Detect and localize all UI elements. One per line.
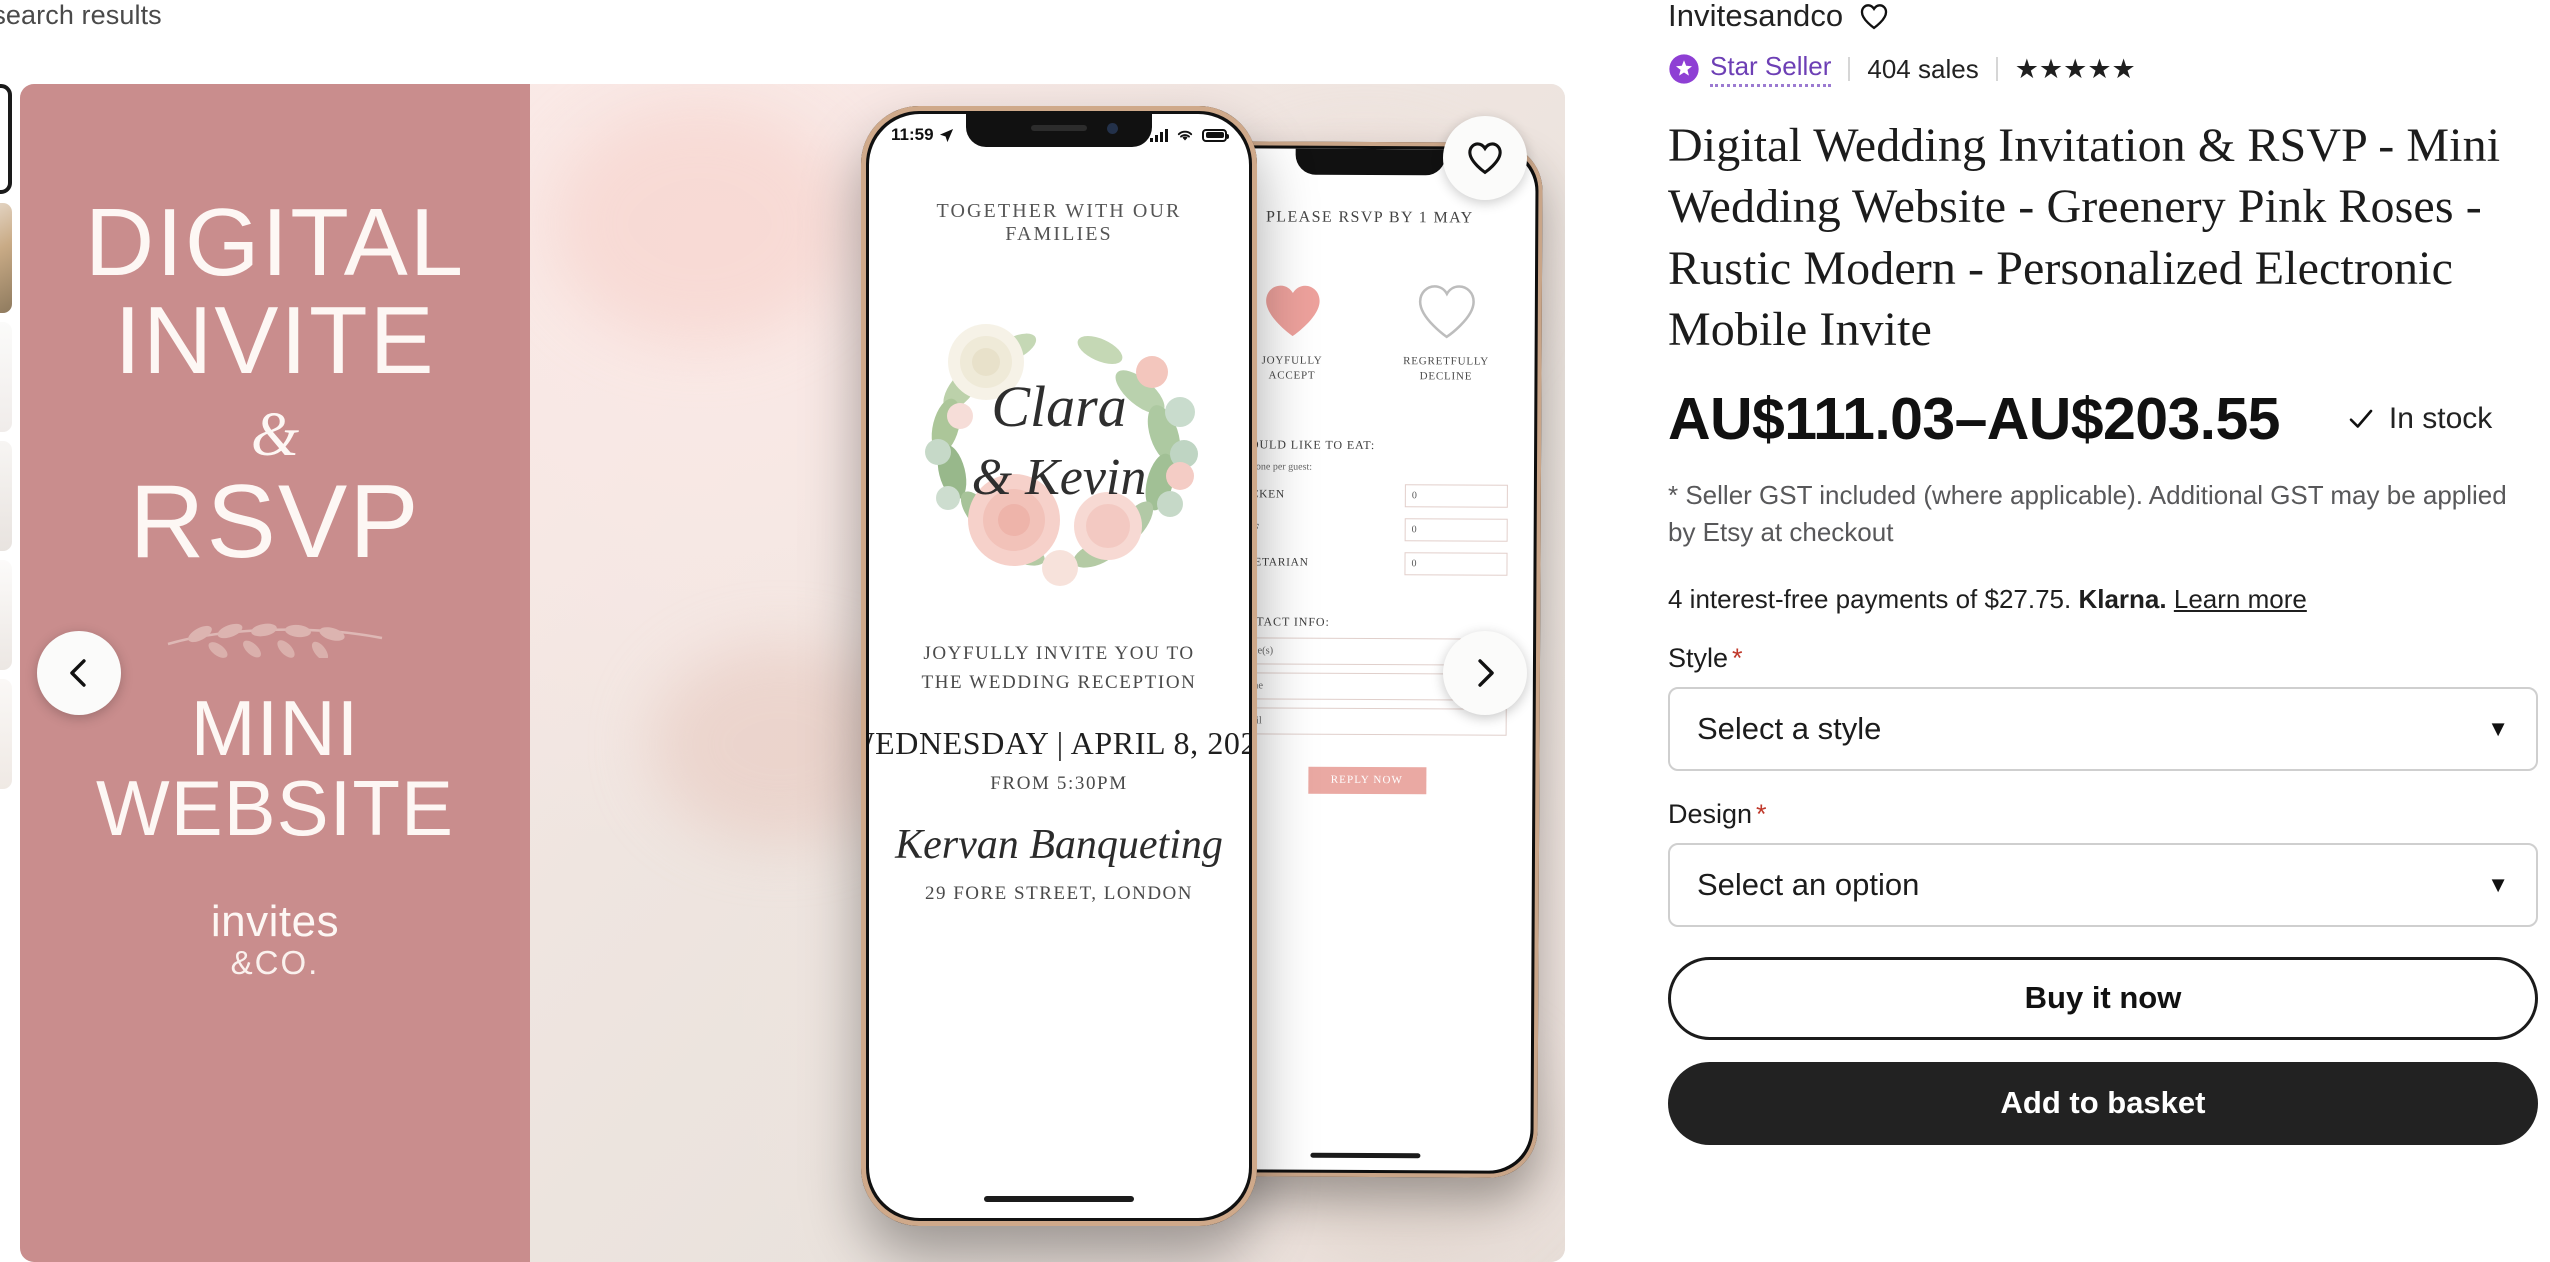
promo-line-1: DIGITAL: [84, 189, 466, 296]
design-select-value: Select an option: [1697, 866, 1920, 902]
product-image-gallery[interactable]: DIGITAL INVITE & RSVP MINI WEBSITE invit…: [20, 84, 1565, 1262]
brand-logo-bottom: &CO.: [230, 944, 320, 982]
heart-outline-icon: [1468, 142, 1502, 175]
gst-note: * Seller GST included (where applicable)…: [1668, 479, 2507, 547]
style-select[interactable]: Select a style ▼: [1668, 686, 2538, 771]
check-icon: [2349, 409, 2373, 428]
promo-line-4: MINI: [190, 683, 360, 772]
favorite-listing-button[interactable]: [1443, 116, 1527, 200]
required-asterisk: *: [1756, 798, 1767, 829]
favorite-shop-icon[interactable]: [1859, 3, 1889, 30]
chevron-down-icon: ▼: [2487, 715, 2509, 741]
product-price: AU$111.03–AU$203.55: [1668, 385, 2280, 452]
style-select-value: Select a style: [1697, 710, 1882, 746]
klarna-brand: Klarna.: [2078, 583, 2167, 614]
etsy-listing-page: to search results DIGITAL INVITE & RSVP: [0, 0, 2550, 1262]
decor-blob-1: [550, 104, 850, 344]
brand-logo-top: invites: [210, 897, 340, 947]
seller-rating-row: Star Seller 404 sales ★★★★★: [1668, 51, 2538, 87]
leaf-sprig-icon: [167, 623, 383, 658]
thumbnail-item-3[interactable]: [0, 322, 12, 432]
invitation-phone-mockup: 11:59 TOGETHER WITH OUR FAMILIES Clara &…: [861, 106, 1257, 1226]
thumbnail-item-4[interactable]: [0, 441, 12, 551]
stock-status: In stock: [2346, 402, 2492, 436]
promo-line-5: WEBSITE: [95, 764, 455, 853]
buy-it-now-button[interactable]: Buy it now: [1668, 956, 2538, 1040]
shop-row: Invitesandco: [1668, 0, 2538, 34]
design-label-text: Design: [1668, 798, 1753, 829]
listing-details-panel: Invitesandco Star Seller 404 sales ★★★★★…: [1668, 0, 2538, 1145]
style-label-text: Style: [1668, 642, 1729, 673]
gallery-prev-button[interactable]: [37, 631, 121, 715]
klarna-row: 4 interest-free payments of $27.75. Klar…: [1668, 584, 2538, 615]
price-row: AU$111.03–AU$203.55 In stock: [1668, 385, 2538, 453]
back-to-search-results-link[interactable]: to search results: [0, 0, 162, 31]
thumbnail-item-2[interactable]: [0, 203, 12, 313]
design-field: Design * Select an option ▼: [1668, 799, 2538, 927]
star-seller-label: Star Seller: [1710, 51, 1832, 87]
promo-ampersand: &: [250, 400, 300, 469]
thumbnail-item-1[interactable]: [0, 84, 12, 194]
stock-status-label: In stock: [2388, 401, 2493, 435]
design-label: Design *: [1668, 799, 2538, 830]
star-seller-icon: [1669, 54, 1699, 84]
divider: [1995, 57, 1998, 81]
klarna-learn-more-link[interactable]: Learn more: [2174, 584, 2307, 614]
promo-line-3: RSVP: [129, 463, 421, 580]
product-photo: PLEASE RSVP BY 1 MAY JOYFULLY ACCEPT REG…: [530, 84, 1565, 1262]
chevron-right-icon: [1478, 659, 1494, 687]
sales-count: 404 sales: [1867, 53, 1979, 84]
chevron-down-icon: ▼: [2487, 871, 2509, 897]
promo-line-2: INVITE: [114, 286, 436, 394]
klarna-payment-text: 4 interest-free payments of $27.75.: [1668, 583, 2072, 614]
star-seller-badge[interactable]: Star Seller: [1668, 51, 1832, 87]
thumbnail-item-5[interactable]: [0, 560, 12, 670]
thumbnail-item-6[interactable]: [0, 679, 12, 789]
product-title: Digital Wedding Invitation & RSVP - Mini…: [1668, 119, 2501, 357]
add-to-basket-button[interactable]: Add to basket: [1668, 1061, 2538, 1145]
chevron-left-icon: [70, 659, 86, 687]
style-field: Style * Select a style ▼: [1668, 643, 2538, 771]
design-select[interactable]: Select an option ▼: [1668, 842, 2538, 927]
style-label: Style *: [1668, 643, 2538, 674]
thumbnail-rail[interactable]: [0, 84, 12, 1262]
required-asterisk: *: [1732, 642, 1743, 673]
divider: [1848, 57, 1851, 81]
brand-logo: invites &CO.: [210, 897, 340, 982]
shop-name-link[interactable]: Invitesandco: [1668, 0, 1843, 34]
gallery-next-button[interactable]: [1443, 631, 1527, 715]
rating-stars[interactable]: ★★★★★: [2015, 54, 2136, 85]
